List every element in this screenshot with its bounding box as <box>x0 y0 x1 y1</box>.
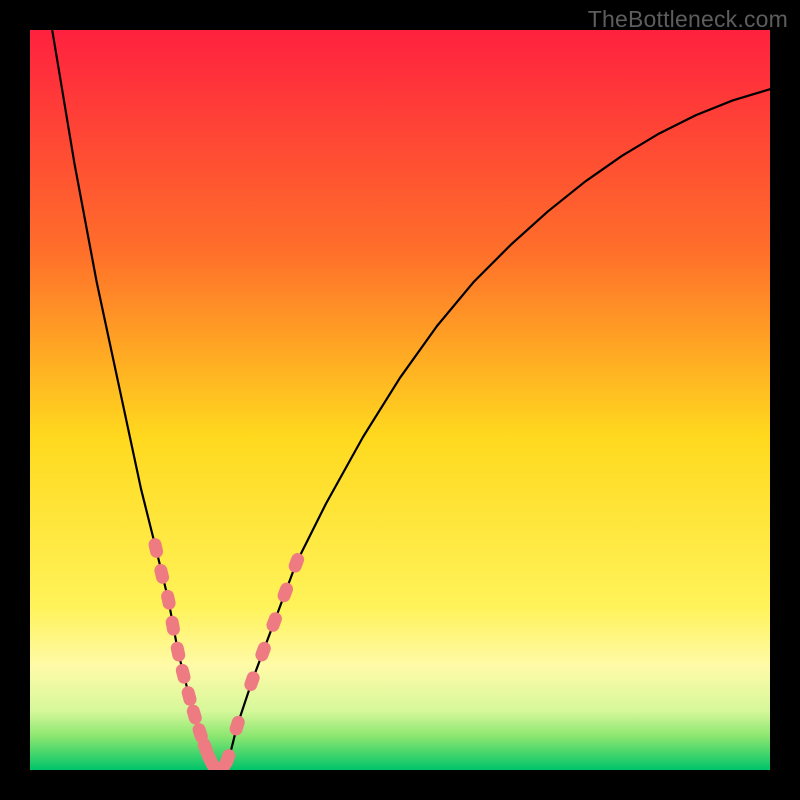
watermark-text: TheBottleneck.com <box>588 6 788 33</box>
gradient-background <box>30 30 770 770</box>
chart-svg <box>30 30 770 770</box>
chart-container: TheBottleneck.com <box>0 0 800 800</box>
plot-area <box>30 30 770 770</box>
